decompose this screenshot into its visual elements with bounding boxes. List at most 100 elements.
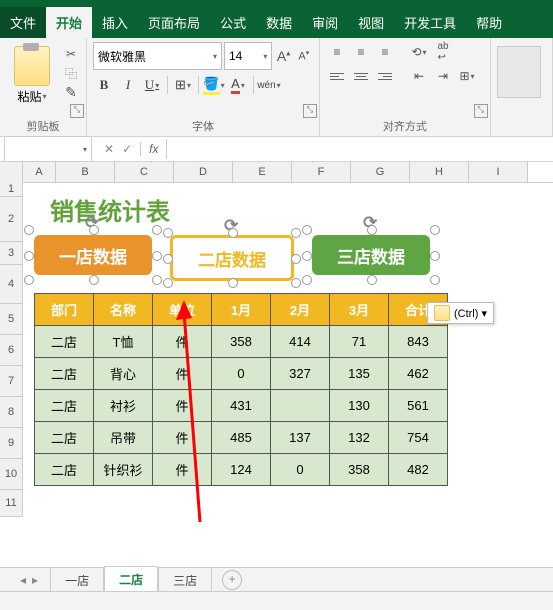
sheet-tab-bar: ◂ ▸ 一店 二店 三店 +	[0, 567, 553, 592]
tab-review[interactable]: 审阅	[302, 7, 348, 38]
data-table: 部门 名称 单位 1月 2月 3月 合计 二店T恤件35841471843 二店…	[34, 293, 448, 486]
copy-icon[interactable]: ⿻	[62, 65, 80, 81]
rotate-icon[interactable]: ⟳	[85, 213, 101, 229]
row-3[interactable]: 3	[0, 242, 23, 265]
tab-file[interactable]: 文件	[0, 7, 46, 38]
row-7[interactable]: 7	[0, 366, 23, 397]
status-bar	[0, 591, 553, 610]
th-m2[interactable]: 2月	[271, 294, 330, 326]
sheet-tab-3[interactable]: 三店	[158, 567, 212, 593]
select-all-corner[interactable]	[0, 162, 23, 182]
row-11[interactable]: 11	[0, 490, 23, 517]
row-1[interactable]: 1	[0, 182, 23, 197]
row-5[interactable]: 5	[0, 304, 23, 335]
font-name-select[interactable]: 微软雅黑▾	[93, 42, 222, 70]
sheet-nav: ◂ ▸	[20, 573, 38, 587]
shape-store3[interactable]: 三店数据 ⟳	[312, 235, 430, 275]
font-color-button[interactable]: A▾	[227, 74, 249, 96]
increase-font-icon[interactable]: A▴	[274, 48, 292, 64]
cancel-icon[interactable]: ✕	[104, 142, 114, 156]
tab-home[interactable]: 开始	[46, 7, 92, 38]
wrap-text-icon[interactable]: ab↩	[432, 42, 454, 62]
row-headers: 1 2 3 4 5 6 7 8 9 10 11	[0, 182, 23, 517]
increase-indent-icon[interactable]: ⇥	[432, 66, 454, 86]
table-row: 二店衬衫件431130561	[35, 390, 448, 422]
align-middle-icon[interactable]: ≡	[350, 42, 372, 62]
align-center-icon[interactable]	[350, 66, 372, 86]
col-A[interactable]: A	[23, 162, 56, 182]
paste-icon[interactable]	[14, 46, 50, 86]
row-8[interactable]: 8	[0, 397, 23, 428]
tab-view[interactable]: 视图	[348, 7, 394, 38]
col-G[interactable]: G	[351, 162, 410, 182]
formula-input[interactable]	[166, 139, 553, 159]
col-B[interactable]: B	[56, 162, 115, 182]
col-I[interactable]: I	[469, 162, 528, 182]
paste-options-button[interactable]: (Ctrl) ▾	[427, 302, 494, 324]
font-launcher[interactable]: ⤡	[303, 104, 317, 118]
col-C[interactable]: C	[115, 162, 174, 182]
table-row: 二店吊带件485137132754	[35, 422, 448, 454]
align-bottom-icon[interactable]: ≡	[374, 42, 396, 62]
font-size-select[interactable]: 14▾	[224, 42, 272, 70]
fx-icon[interactable]: fx	[140, 142, 158, 156]
underline-button[interactable]: U▾	[141, 74, 163, 96]
tab-help[interactable]: 帮助	[466, 7, 512, 38]
col-F[interactable]: F	[292, 162, 351, 182]
paste-options-icon	[434, 305, 450, 321]
enter-icon[interactable]: ✓	[122, 142, 132, 156]
fill-color-button[interactable]: 🪣▾	[203, 74, 225, 96]
page-title: 销售统计表	[50, 192, 536, 227]
row-4[interactable]: 4	[0, 265, 23, 304]
row-2[interactable]: 2	[0, 197, 23, 242]
th-m1[interactable]: 1月	[212, 294, 271, 326]
tab-insert[interactable]: 插入	[92, 7, 138, 38]
decrease-font-icon[interactable]: A▾	[295, 49, 313, 63]
tab-layout[interactable]: 页面布局	[138, 7, 210, 38]
row-6[interactable]: 6	[0, 335, 23, 366]
phonetic-button[interactable]: wén▾	[258, 74, 280, 96]
name-box[interactable]: ▾	[4, 136, 92, 162]
th-unit[interactable]: 单位	[153, 294, 212, 326]
col-D[interactable]: D	[174, 162, 233, 182]
sheet-tab-1[interactable]: 一店	[50, 567, 104, 593]
sheet-next-icon[interactable]: ▸	[32, 573, 38, 587]
rotate-icon[interactable]: ⟳	[224, 216, 240, 232]
group-align: ≡ ≡ ≡ ⟲▾ ab↩ ⇤ ⇥ ⊞▾ 对齐方式 ⤡	[320, 38, 491, 136]
th-m3[interactable]: 3月	[330, 294, 389, 326]
column-headers: A B C D E F G H I	[0, 162, 553, 183]
th-name[interactable]: 名称	[94, 294, 153, 326]
add-sheet-button[interactable]: +	[222, 570, 242, 590]
format-painter-icon[interactable]: ✎	[62, 84, 80, 100]
tab-formula[interactable]: 公式	[210, 7, 256, 38]
table-row: 二店T恤件35841471843	[35, 326, 448, 358]
table-row: 二店针织衫件1240358482	[35, 454, 448, 486]
merge-button[interactable]: ⊞▾	[456, 66, 478, 86]
align-top-icon[interactable]: ≡	[326, 42, 348, 62]
tab-data[interactable]: 数据	[256, 7, 302, 38]
cut-icon[interactable]: ✂	[62, 46, 80, 62]
tab-dev[interactable]: 开发工具	[394, 7, 466, 38]
align-right-icon[interactable]	[374, 66, 396, 86]
align-left-icon[interactable]	[326, 66, 348, 86]
bold-button[interactable]: B	[93, 74, 115, 96]
align-launcher[interactable]: ⤡	[474, 104, 488, 118]
col-H[interactable]: H	[410, 162, 469, 182]
shape-store2[interactable]: 二店数据 ⟳	[170, 235, 294, 281]
col-E[interactable]: E	[233, 162, 292, 182]
italic-button[interactable]: I	[117, 74, 139, 96]
th-dept[interactable]: 部门	[35, 294, 94, 326]
row-10[interactable]: 10	[0, 459, 23, 490]
shape-store1[interactable]: 一店数据 ⟳	[34, 235, 152, 275]
sheet-tab-2[interactable]: 二店	[104, 566, 158, 594]
row-9[interactable]: 9	[0, 428, 23, 459]
decrease-indent-icon[interactable]: ⇤	[408, 66, 430, 86]
rotate-icon[interactable]: ⟳	[363, 213, 379, 229]
number-format-select[interactable]	[497, 46, 541, 98]
orientation-icon[interactable]: ⟲▾	[408, 42, 430, 62]
border-button[interactable]: ⊞▾	[172, 74, 194, 96]
paste-button[interactable]: 粘贴▾	[17, 88, 46, 105]
sheet-prev-icon[interactable]: ◂	[20, 573, 26, 587]
clipboard-launcher[interactable]: ⤡	[70, 104, 84, 118]
cell-content[interactable]: 销售统计表 一店数据 ⟳ 二店数据 ⟳ 三店数据 ⟳	[26, 184, 536, 486]
